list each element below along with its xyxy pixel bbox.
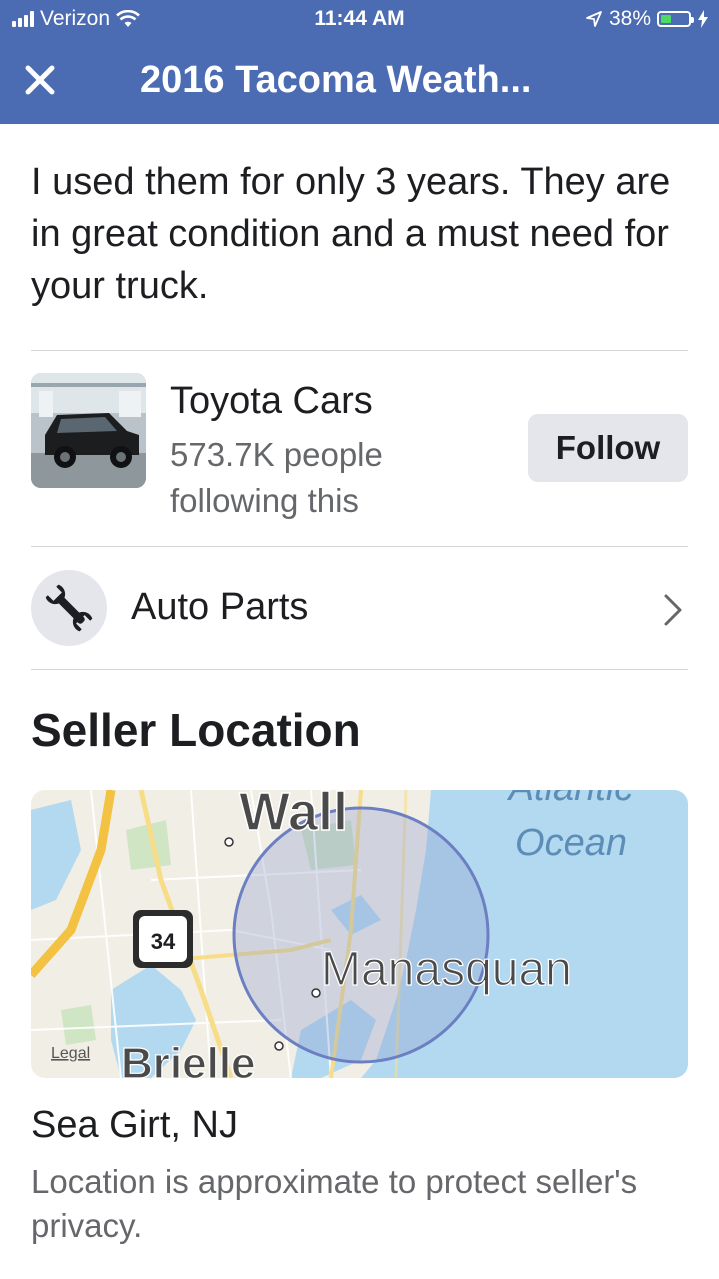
page-thumbnail[interactable] (31, 373, 146, 488)
navigation-bar: 2016 Tacoma Weath... (0, 38, 719, 124)
follower-count: 573.7K people following this (170, 436, 383, 519)
section-heading: Seller Location (31, 704, 361, 756)
location-city: Sea Girt, NJ (31, 1104, 238, 1146)
battery-icon (657, 11, 694, 27)
location-radius-circle (232, 806, 490, 1064)
category-label: Auto Parts (131, 586, 309, 628)
map-legal-link[interactable]: Legal (51, 1045, 90, 1062)
location-arrow-icon (586, 11, 602, 27)
close-icon[interactable] (20, 58, 60, 102)
map-label-wall: Wall (239, 790, 348, 842)
divider (31, 669, 688, 670)
chevron-right-icon (664, 594, 682, 626)
divider (31, 546, 688, 547)
page-title: 2016 Tacoma Weath... (140, 59, 532, 101)
map-label-ocean-line1: Atlantic (507, 790, 634, 809)
page-name[interactable]: Toyota Cars (170, 380, 373, 423)
map-label-ocean-line2: Ocean (515, 822, 627, 864)
wrench-icon (31, 570, 107, 646)
status-right: 38% (585, 7, 709, 31)
map-label-manasquan: Manasquan (321, 943, 572, 996)
battery-level (661, 15, 671, 23)
charging-bolt-icon (698, 10, 708, 28)
location-privacy-note: Location is approximate to protect selle… (31, 1163, 638, 1244)
battery-percent: 38% (608, 7, 651, 30)
location-map[interactable]: Wall Atlantic Ocean Manasquan Brielle Le… (31, 790, 688, 1078)
map-label-brielle: Brielle (121, 1039, 256, 1078)
follow-button[interactable]: Follow (528, 414, 688, 482)
status-bar: Verizon 11:44 AM 38% (0, 0, 719, 38)
route-shield-number: 34 (151, 929, 176, 954)
listing-description: I used them for only 3 years. They are i… (31, 161, 671, 307)
divider (31, 350, 688, 351)
